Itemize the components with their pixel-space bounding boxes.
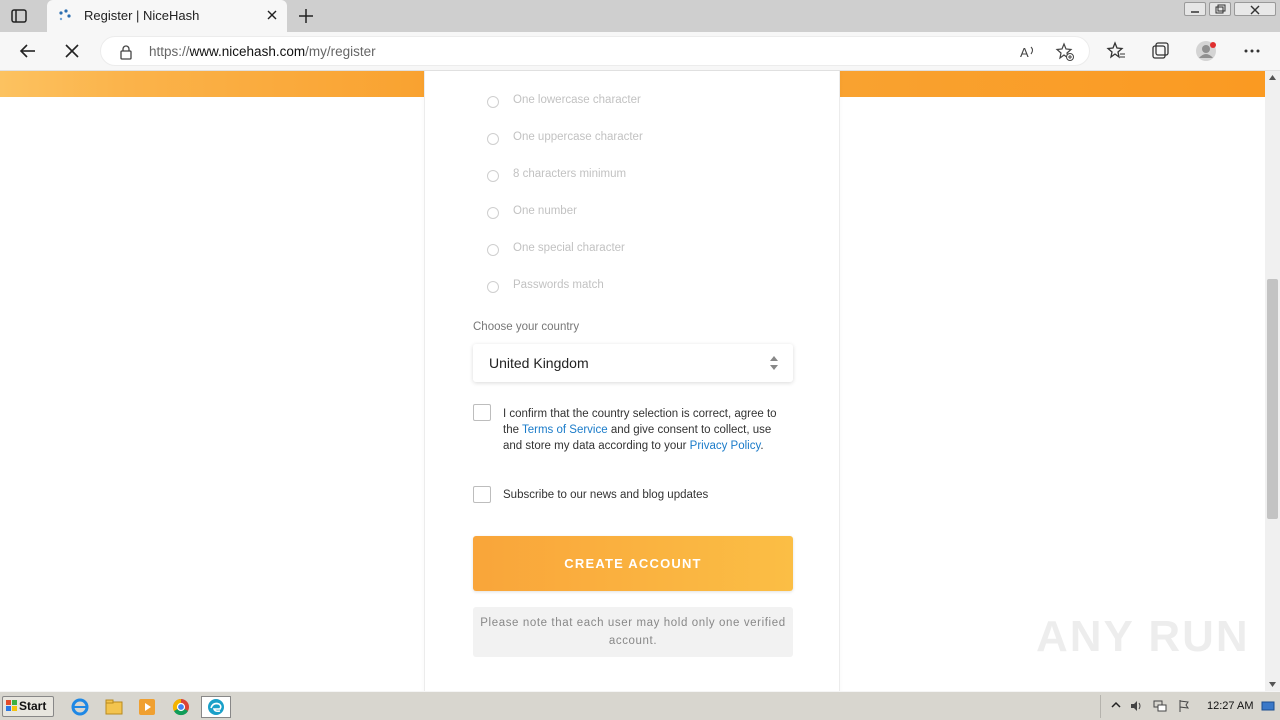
add-favorite-icon[interactable] <box>1055 42 1075 62</box>
subscribe-checkbox[interactable] <box>473 486 491 503</box>
taskbar: Start 12:27 AM <box>0 691 1280 720</box>
tab-title: Register | NiceHash <box>84 8 200 23</box>
scroll-up-icon[interactable] <box>1268 74 1277 81</box>
loading-favicon-icon <box>59 9 71 21</box>
anyrun-watermark: ANY RUN <box>1036 612 1250 661</box>
lock-icon[interactable] <box>119 44 133 60</box>
read-aloud-icon[interactable]: A <box>1019 43 1039 61</box>
system-tray: 12:27 AM <box>1100 695 1278 718</box>
country-select[interactable]: United Kingdom <box>473 344 793 382</box>
close-window-button[interactable] <box>1234 2 1276 16</box>
requirement-circle-icon <box>487 133 499 145</box>
windows-logo-icon <box>6 700 17 711</box>
privacy-policy-link[interactable]: Privacy Policy <box>690 440 761 452</box>
terms-of-service-link[interactable]: Terms of Service <box>522 424 608 436</box>
country-select-value: United Kingdom <box>489 355 589 371</box>
network-icon[interactable] <box>1153 699 1167 713</box>
svg-text:A: A <box>1020 45 1029 60</box>
single-account-note: Please note that each user may hold only… <box>473 607 793 657</box>
file-explorer-icon[interactable] <box>104 697 124 717</box>
start-button[interactable]: Start <box>2 696 54 717</box>
page-content: One lowercase character One uppercase ch… <box>0 71 1265 691</box>
profile-avatar-icon[interactable] <box>1195 40 1217 62</box>
tab-actions-icon[interactable] <box>10 7 28 25</box>
taskbar-clock[interactable]: 12:27 AM <box>1207 700 1253 712</box>
restore-button[interactable] <box>1209 2 1231 16</box>
subscribe-label: Subscribe to our news and blog updates <box>503 489 709 501</box>
requirement-circle-icon <box>487 170 499 182</box>
back-icon[interactable] <box>17 40 39 62</box>
minimize-button[interactable] <box>1184 2 1206 16</box>
edge-icon <box>208 699 224 715</box>
header-banner-left <box>0 71 425 97</box>
page-scrollbar[interactable] <box>1265 71 1280 691</box>
media-player-icon[interactable] <box>137 697 157 717</box>
address-bar[interactable]: https://www.nicehash.com/my/register A <box>100 36 1090 66</box>
confirm-terms-checkbox[interactable] <box>473 404 491 421</box>
url-text[interactable]: https://www.nicehash.com/my/register <box>149 44 376 59</box>
create-account-button[interactable]: CREATE ACCOUNT <box>473 536 793 591</box>
tab-register[interactable]: Register | NiceHash <box>47 0 287 32</box>
requirement-circle-icon <box>487 244 499 256</box>
internet-explorer-icon[interactable] <box>70 697 90 717</box>
close-tab-icon[interactable] <box>265 8 279 22</box>
action-center-flag-icon[interactable] <box>1177 699 1191 713</box>
favorites-icon[interactable] <box>1105 40 1127 62</box>
requirement-circle-icon <box>487 281 499 293</box>
show-hidden-icons-icon[interactable] <box>1109 699 1123 713</box>
collections-icon[interactable] <box>1149 40 1171 62</box>
country-label: Choose your country <box>473 321 580 333</box>
confirm-terms-text: I confirm that the country selection is … <box>503 408 777 452</box>
requirement-circle-icon <box>487 96 499 108</box>
new-tab-icon[interactable] <box>296 6 316 26</box>
more-options-icon[interactable] <box>1241 40 1263 62</box>
header-banner-right <box>840 71 1265 97</box>
stop-loading-icon[interactable] <box>61 40 83 62</box>
scroll-down-icon[interactable] <box>1268 681 1277 688</box>
volume-icon[interactable] <box>1129 699 1143 713</box>
requirement-circle-icon <box>487 207 499 219</box>
browser-tab-bar: Register | NiceHash <box>0 0 1280 32</box>
show-desktop-icon[interactable] <box>1261 699 1275 713</box>
scrollbar-thumb[interactable] <box>1267 279 1278 519</box>
chrome-icon[interactable] <box>171 697 191 717</box>
address-bar-row: https://www.nicehash.com/my/register A <box>0 32 1280 71</box>
select-arrows-icon <box>770 356 778 370</box>
register-card: One lowercase character One uppercase ch… <box>424 71 840 691</box>
edge-taskbar-button[interactable] <box>201 696 231 718</box>
